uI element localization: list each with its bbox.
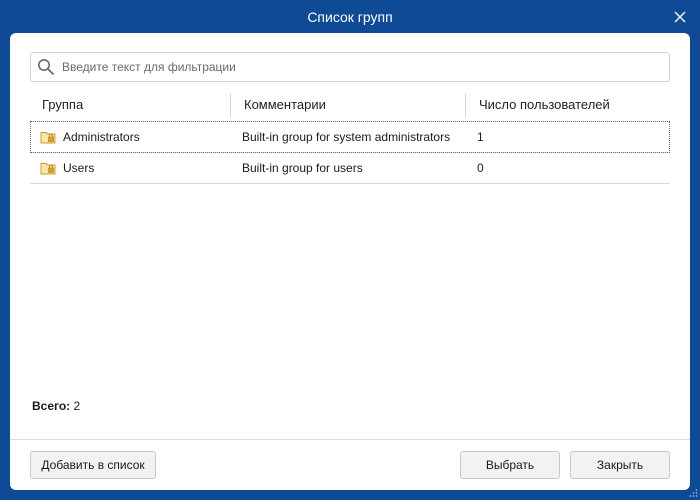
column-divider[interactable] bbox=[465, 93, 466, 117]
dialog-panel: Группа Комментарии Число пользователей A… bbox=[10, 33, 690, 490]
group-name-cell: Users bbox=[63, 161, 95, 175]
group-comment-cell: Built-in group for users bbox=[242, 161, 363, 175]
user-count-cell: 1 bbox=[477, 130, 484, 144]
footer-divider bbox=[10, 439, 690, 440]
groups-table: Группа Комментарии Число пользователей A… bbox=[30, 89, 670, 184]
window-title: Список групп bbox=[307, 9, 393, 25]
column-header-user-count[interactable]: Число пользователей bbox=[479, 89, 610, 121]
close-icon bbox=[674, 11, 686, 23]
total-value: 2 bbox=[73, 399, 81, 413]
group-name-cell: Administrators bbox=[63, 130, 140, 144]
column-header-group[interactable]: Группа bbox=[42, 89, 83, 121]
group-folder-icon bbox=[40, 163, 56, 175]
window-close-button[interactable] bbox=[670, 7, 690, 27]
window-titlebar: Список групп bbox=[0, 0, 700, 34]
filter-search-box[interactable] bbox=[30, 52, 670, 82]
table-body: Administrators Built-in group for system… bbox=[30, 121, 670, 184]
table-row[interactable]: Users Built-in group for users 0 bbox=[30, 153, 670, 184]
close-button[interactable]: Закрыть bbox=[570, 451, 670, 479]
column-divider[interactable] bbox=[230, 93, 231, 117]
group-folder-icon bbox=[40, 132, 56, 144]
filter-input[interactable] bbox=[62, 53, 662, 81]
resize-grip-icon[interactable] bbox=[688, 488, 698, 498]
group-comment-cell: Built-in group for system administrators bbox=[242, 130, 451, 144]
search-icon bbox=[38, 59, 54, 75]
add-to-list-button[interactable]: Добавить в список bbox=[30, 451, 156, 479]
table-row[interactable]: Administrators Built-in group for system… bbox=[30, 121, 670, 153]
total-label: Всего: bbox=[32, 399, 71, 413]
column-header-comments[interactable]: Комментарии bbox=[244, 89, 326, 121]
table-header: Группа Комментарии Число пользователей bbox=[30, 89, 670, 121]
select-button[interactable]: Выбрать bbox=[460, 451, 560, 479]
total-count: Всего: 2 bbox=[32, 399, 80, 413]
user-count-cell: 0 bbox=[477, 161, 484, 175]
